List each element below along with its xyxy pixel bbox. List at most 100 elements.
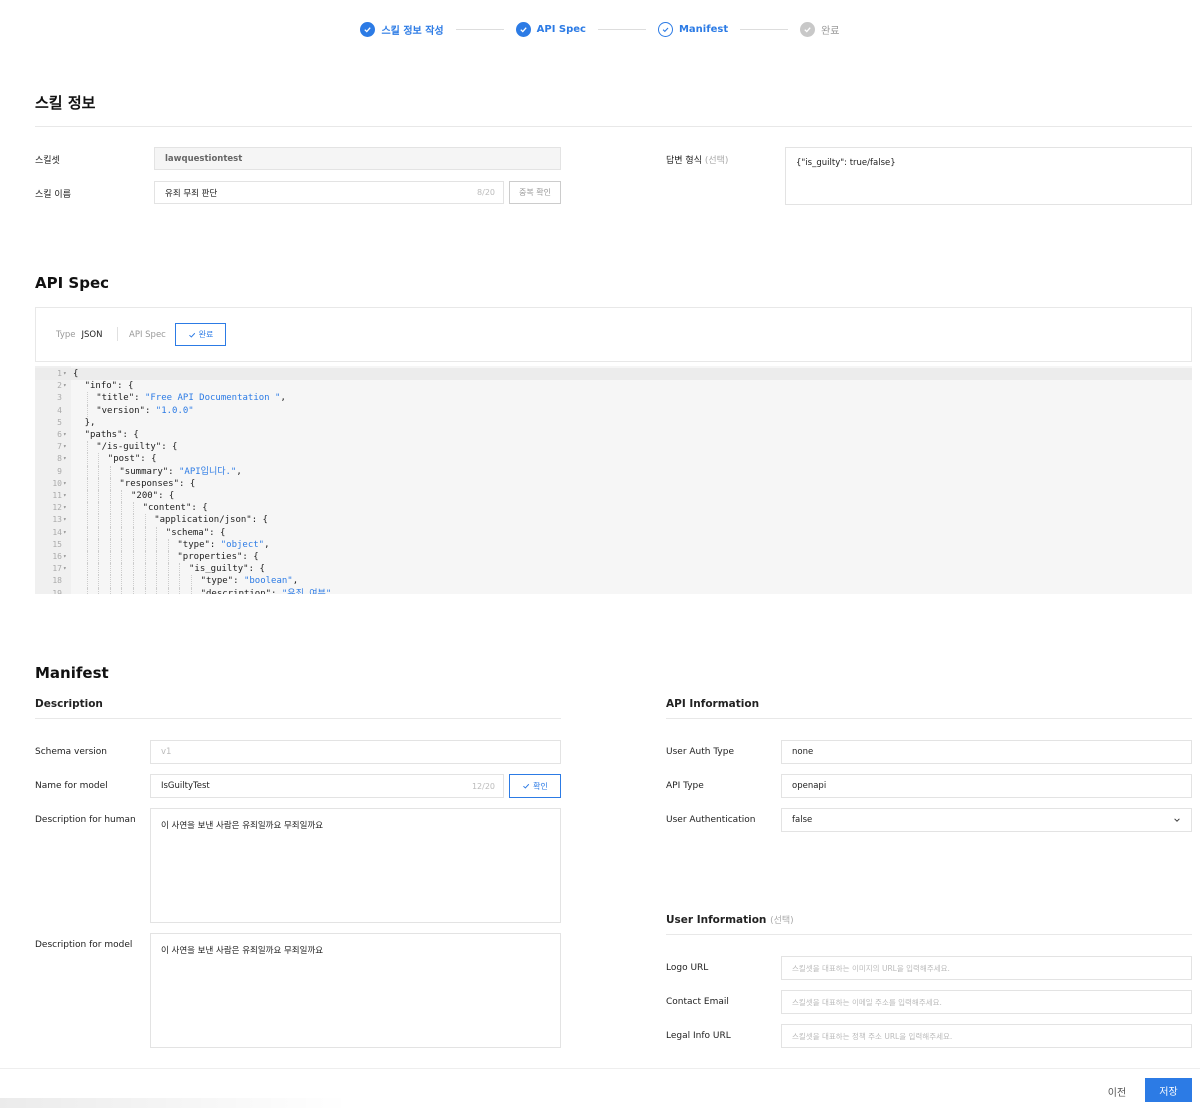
indent-guide	[98, 538, 100, 551]
code-text: "properties": {	[177, 552, 259, 562]
contact-email-input[interactable]: 스킬셋을 대표하는 이메일 주소를 입력해주세요.	[781, 990, 1192, 1014]
indent-guide	[86, 490, 88, 503]
desc-model-label: Description for model	[35, 940, 133, 950]
desc-human-textarea[interactable]: 이 사연을 보낸 사람은 유죄일까요 무죄일까요	[150, 808, 561, 923]
code-text: "description": "유죄 여부"	[200, 588, 332, 594]
indent-guide	[86, 502, 88, 515]
indent-guide	[86, 441, 88, 454]
confirm-button[interactable]: 확인	[509, 774, 561, 798]
indent-guide	[98, 514, 100, 527]
user-auth-type-label: User Auth Type	[666, 747, 735, 757]
indent-guide	[144, 514, 146, 527]
indent-guide	[86, 538, 88, 551]
indent-guide	[156, 575, 158, 588]
indent-guide	[86, 477, 88, 490]
spec-done-button[interactable]: 완료	[175, 323, 226, 346]
code-editor[interactable]: 1 ▾{2 ▾ "info": {3 "title": "Free API Docume…	[35, 366, 1192, 594]
api-spec-label: API Spec	[129, 330, 166, 340]
api-type-field[interactable]: openapi	[781, 774, 1192, 798]
char-counter: 12/20	[471, 781, 495, 791]
answer-format-value: {"is_guilty": true/false}	[796, 158, 896, 168]
indent-guide	[109, 477, 111, 490]
line-number: 19	[52, 588, 62, 594]
line-number: 11	[52, 491, 62, 500]
code-text: "summary": "API입니다.",	[119, 466, 242, 477]
indent-guide	[109, 575, 111, 588]
desc-model-textarea[interactable]: 이 사연을 보낸 사람은 유죄일까요 무죄일까요	[150, 933, 561, 1048]
indent-guide	[167, 551, 169, 564]
skillset-value: lawquestiontest	[165, 153, 243, 164]
indent-guide	[167, 587, 169, 594]
user-authentication-select[interactable]: false	[781, 808, 1192, 832]
code-text: "type": "boolean",	[200, 576, 299, 587]
indent-guide	[121, 551, 123, 564]
code-line: 11 ▾ "200": {	[35, 490, 1192, 502]
char-counter: 8/20	[477, 188, 495, 197]
step-label: 완료	[821, 26, 840, 37]
indent-guide	[98, 526, 100, 539]
indent-guide	[86, 526, 88, 539]
indent-guide	[98, 502, 100, 515]
line-number: 8	[57, 454, 62, 464]
check-icon	[360, 22, 376, 37]
fold-arrow-icon: ▾	[63, 528, 67, 536]
name-for-model-input[interactable]: IsGuiltyTest 12/20	[150, 774, 504, 798]
code-line: 5},	[35, 417, 1192, 429]
legal-info-input[interactable]: 스킬셋을 대표하는 정책 주소 URL을 입력해주세요.	[781, 1024, 1192, 1048]
indent-guide	[144, 575, 146, 588]
divider	[666, 718, 1192, 719]
indent-guide	[133, 587, 134, 594]
user-information-title: User Information (선택)	[666, 914, 794, 926]
fold-arrow-icon: ▾	[63, 516, 67, 524]
manifest-title: Manifest	[35, 664, 109, 682]
line-number: 12	[52, 503, 62, 513]
code-line: 18 "type": "boolean",	[35, 575, 1192, 587]
step-connector	[455, 29, 504, 30]
desc-human-value: 이 사연을 보낸 사람은 유죄일까요 무죄일까요	[161, 821, 324, 831]
code-line: 7 ▾ "/is-guilty": {	[35, 441, 1192, 453]
indent-guide	[156, 563, 158, 576]
line-number: 10	[52, 478, 62, 488]
line-number: 14	[52, 527, 62, 537]
indent-guide	[156, 587, 158, 594]
line-number: 1	[57, 369, 62, 378]
check-icon	[800, 22, 816, 37]
code-text: "type": "object",	[177, 539, 270, 550]
indent-guide	[121, 587, 123, 594]
indent-guide	[144, 563, 146, 576]
code-text: "/is-guilty": {	[96, 442, 178, 453]
indent-guide	[98, 465, 100, 478]
line-number: 2	[57, 381, 62, 391]
indent-guide	[86, 514, 88, 527]
logo-url-input[interactable]: 스킬셋을 대표하는 이미지의 URL을 입력해주세요.	[781, 956, 1192, 980]
answer-format-input[interactable]: {"is_guilty": true/false}	[785, 147, 1192, 205]
skill-name-input[interactable]: 유죄 무죄 판단 8/20	[154, 181, 504, 204]
save-button[interactable]: 저장	[1145, 1078, 1192, 1102]
divider	[666, 934, 1192, 935]
code-text: "responses": {	[119, 478, 196, 489]
prev-button[interactable]: 이전	[1098, 1080, 1136, 1102]
logo-url-label: Logo URL	[666, 963, 709, 973]
code-line: 1 ▾ {	[35, 368, 1192, 380]
fold-arrow-icon: ▾	[63, 431, 67, 438]
code-text: "200": {	[131, 491, 175, 501]
indent-guide	[86, 575, 88, 588]
skill-info-title: 스킬 정보	[35, 94, 96, 112]
line-number: 9	[57, 466, 62, 476]
indent-guide	[133, 526, 134, 539]
code-text: "title": "Free API Documentation ",	[96, 393, 286, 404]
indent-guide	[144, 526, 146, 539]
indent-guide	[156, 526, 158, 539]
indent-guide	[133, 502, 134, 515]
duplicate-check-button[interactable]: 중복 확인	[509, 181, 561, 204]
fold-arrow-icon: ▾	[63, 492, 67, 499]
indent-guide	[191, 575, 192, 588]
fold-arrow-icon: ▾	[63, 504, 67, 512]
step-connector	[597, 29, 646, 30]
indent-guide	[86, 587, 88, 594]
answer-format-label: 답변 형식 (선택)	[666, 156, 729, 166]
user-auth-type-field[interactable]: none	[781, 740, 1192, 764]
indent-guide	[109, 465, 111, 478]
indent-guide	[156, 538, 158, 551]
indent-guide	[121, 490, 123, 503]
